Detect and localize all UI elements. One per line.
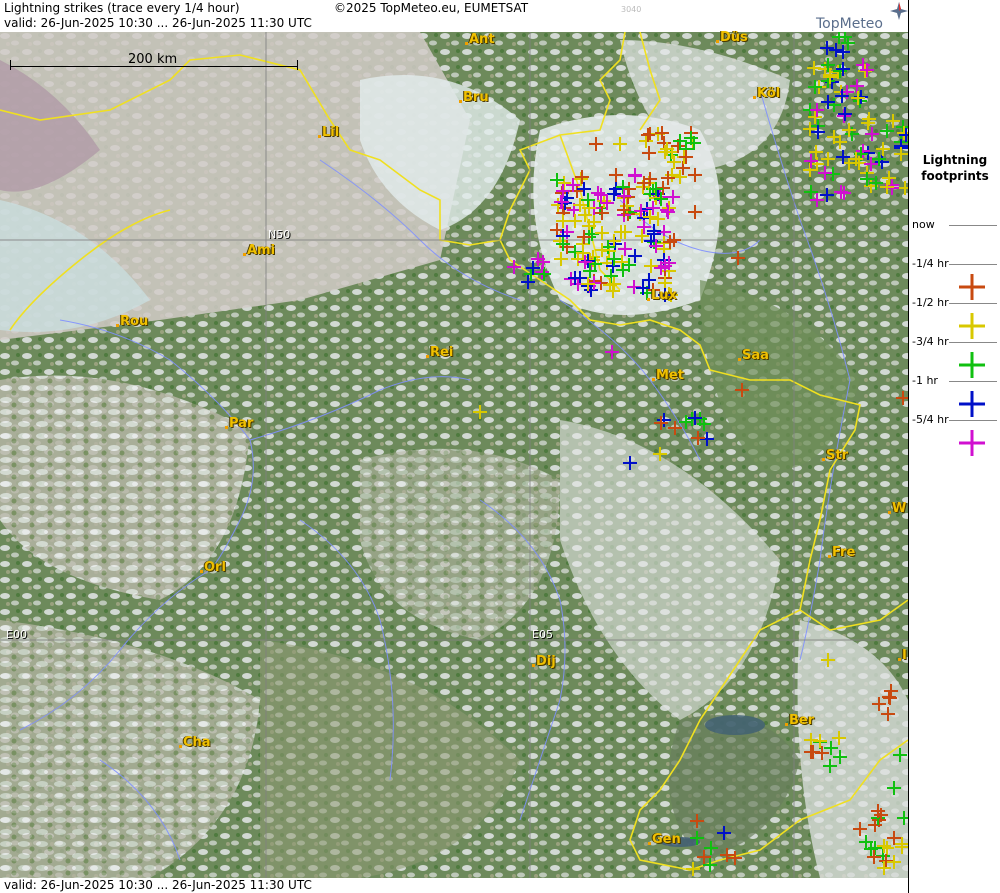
copyright: ©2025 TopMeteo.eu, EUMETSAT xyxy=(334,1,529,15)
scale-label: 200 km xyxy=(128,52,178,67)
city-label: I xyxy=(902,648,907,663)
footer-valid-time: valid: 26-Jun-2025 10:30 ... 26-Jun-2025… xyxy=(4,878,312,892)
scale-bar: 200 km xyxy=(10,52,298,70)
legend-row: -5/4 hr xyxy=(909,413,1000,456)
city-label: Fre xyxy=(832,545,856,560)
city-marker xyxy=(532,664,535,667)
city-marker xyxy=(898,658,901,661)
lon-label-e05: E05 xyxy=(532,628,553,641)
map-canvas xyxy=(0,0,908,893)
lat-label-n50: N50 xyxy=(268,228,291,241)
city-marker xyxy=(785,723,788,726)
city-marker xyxy=(753,96,756,99)
city-marker xyxy=(459,100,462,103)
city-marker xyxy=(179,745,182,748)
city-marker xyxy=(426,355,429,358)
city-label: Düs xyxy=(720,30,748,45)
map-footer: valid: 26-Jun-2025 10:30 ... 26-Jun-2025… xyxy=(0,878,908,893)
legend-row: -3/4 hr xyxy=(909,335,1000,378)
city-label: W xyxy=(892,501,907,516)
legend-label: -1/4 hr xyxy=(912,257,949,270)
compass-star-icon xyxy=(890,2,908,20)
legend-label: -5/4 hr xyxy=(912,413,949,426)
city-marker xyxy=(116,324,119,327)
city-label: Rou xyxy=(120,314,149,329)
city-marker xyxy=(200,570,203,573)
legend-cross-icon xyxy=(959,430,985,456)
city-label: Ant xyxy=(469,32,495,47)
city-marker xyxy=(465,42,468,45)
city-marker xyxy=(243,253,246,256)
city-label: Orl xyxy=(204,560,226,575)
city-label: Rei xyxy=(430,345,454,360)
legend-row: -1 hr xyxy=(909,374,1000,417)
legend-label: now xyxy=(912,218,935,231)
city-marker xyxy=(318,135,321,138)
legend-panel: Lightning footprints now -1/4 hr -1/2 hr -3… xyxy=(908,0,1000,893)
city-label: Gen xyxy=(652,832,681,847)
legend-row: now xyxy=(909,218,1000,256)
city-marker xyxy=(822,458,825,461)
map-title: Lightning strikes (trace every 1/4 hour) xyxy=(4,1,240,15)
satellite-map[interactable]: Lightning strikes (trace every 1/4 hour)… xyxy=(0,0,908,893)
city-label: Dij xyxy=(536,654,556,669)
map-header: Lightning strikes (trace every 1/4 hour)… xyxy=(0,0,908,32)
city-label: Köl xyxy=(757,86,781,101)
city-label: Ber xyxy=(789,713,815,728)
legend-label: -1/2 hr xyxy=(912,296,949,309)
topmeteo-logo[interactable]: TopMeteo xyxy=(816,16,883,32)
city-marker xyxy=(828,555,831,558)
city-marker xyxy=(738,358,741,361)
city-marker xyxy=(716,40,719,43)
city-marker xyxy=(648,842,651,845)
city-label: Bru xyxy=(463,90,489,105)
city-label: Saa xyxy=(742,348,769,363)
image-number: 3040 xyxy=(621,5,642,14)
city-label: Met xyxy=(656,368,684,383)
legend-title: Lightning footprints xyxy=(921,153,989,183)
city-marker xyxy=(888,511,891,514)
legend-row: -1/4 hr xyxy=(909,257,1000,300)
legend-label: -3/4 hr xyxy=(912,335,949,348)
city-marker xyxy=(225,426,228,429)
legend-row: -1/2 hr xyxy=(909,296,1000,339)
city-label: Lux xyxy=(651,288,677,303)
city-marker xyxy=(652,378,655,381)
legend-label: -1 hr xyxy=(912,374,938,387)
lon-label-e00: E00 xyxy=(6,628,27,641)
city-label: Lil xyxy=(322,125,340,140)
city-label: Cha xyxy=(183,735,211,750)
valid-time: valid: 26-Jun-2025 10:30 ... 26-Jun-2025… xyxy=(4,16,312,30)
city-marker xyxy=(647,298,650,301)
city-label: Str xyxy=(826,448,848,463)
city-label: Par xyxy=(229,416,254,431)
city-label: Ami xyxy=(247,243,276,258)
